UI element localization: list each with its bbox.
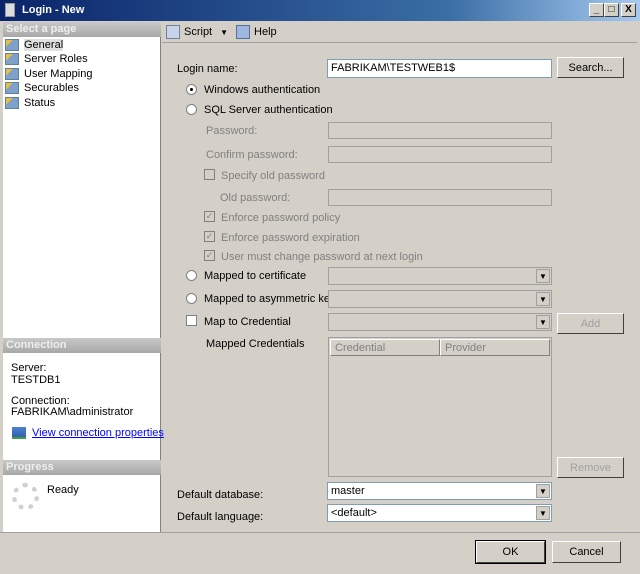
- sidebar-item-securables[interactable]: Securables: [5, 81, 79, 95]
- connection-properties-icon: [12, 427, 26, 439]
- chevron-down-icon: ▼: [536, 506, 550, 520]
- server-label: Server:: [11, 362, 47, 374]
- mapped-asymmetric-key-radio[interactable]: [186, 293, 197, 304]
- enforce-policy-checkbox[interactable]: ✓: [204, 211, 215, 222]
- enforce-policy-label: Enforce password policy: [221, 212, 341, 224]
- default-database-label: Default database:: [177, 489, 264, 501]
- password-label: Password:: [206, 125, 258, 137]
- login-name-label: Login name:: [177, 63, 238, 75]
- asymmetric-key-combo[interactable]: ▼: [328, 290, 552, 308]
- maximize-button[interactable]: □: [604, 3, 619, 17]
- mapped-credentials-grid[interactable]: Credential Provider: [328, 337, 552, 477]
- ok-button[interactable]: OK: [475, 540, 546, 564]
- page-icon: [5, 53, 19, 65]
- certificate-combo[interactable]: ▼: [328, 267, 552, 285]
- help-button[interactable]: Help: [254, 26, 277, 38]
- help-icon: [236, 25, 251, 39]
- windows-auth-label[interactable]: Windows authentication: [204, 84, 320, 96]
- mapped-certificate-label[interactable]: Mapped to certificate: [204, 270, 306, 282]
- login-name-input[interactable]: FABRIKAM\TESTWEB1$: [327, 59, 552, 78]
- window-icon: [5, 3, 15, 17]
- window-title: Login - New: [22, 4, 85, 16]
- confirm-password-input[interactable]: [328, 146, 552, 163]
- default-database-combo[interactable]: master ▼: [327, 482, 552, 500]
- search-button[interactable]: Search...: [557, 57, 624, 78]
- view-connection-properties-link[interactable]: View connection properties: [32, 427, 164, 439]
- mapped-credentials-label: Mapped Credentials: [206, 338, 305, 350]
- must-change-label: User must change password at next login: [221, 251, 423, 263]
- enforce-expiration-label: Enforce password expiration: [221, 232, 360, 244]
- script-icon: [166, 25, 180, 39]
- page-icon: [5, 97, 19, 109]
- toolbar: Script ▼ Help: [162, 22, 637, 43]
- credential-combo[interactable]: ▼: [328, 313, 552, 331]
- cancel-button[interactable]: Cancel: [552, 541, 621, 563]
- old-password-label: Old password:: [220, 192, 291, 204]
- connection-value: FABRIKAM\administrator: [11, 406, 134, 418]
- select-page-header: Select a page: [3, 22, 161, 37]
- left-pane: Select a page General Server Roles User …: [3, 22, 164, 532]
- add-button[interactable]: Add: [557, 313, 624, 334]
- script-button[interactable]: Script: [184, 26, 212, 38]
- script-dropdown-icon[interactable]: ▼: [220, 28, 228, 37]
- progress-header: Progress: [3, 460, 161, 475]
- minimize-button[interactable]: _: [589, 3, 604, 17]
- confirm-password-label: Confirm password:: [206, 149, 298, 161]
- page-icon: [5, 39, 19, 51]
- title-bar: Login - New _ □ X: [0, 0, 640, 21]
- close-button[interactable]: X: [621, 3, 636, 17]
- map-credential-label[interactable]: Map to Credential: [204, 316, 291, 328]
- windows-auth-radio[interactable]: [186, 84, 197, 95]
- specify-old-password-checkbox[interactable]: [204, 169, 215, 180]
- password-input[interactable]: [328, 122, 552, 139]
- sidebar-item-user-mapping[interactable]: User Mapping: [5, 67, 92, 81]
- remove-button[interactable]: Remove: [557, 457, 624, 478]
- chevron-down-icon: ▼: [536, 315, 550, 329]
- map-credential-checkbox[interactable]: [186, 315, 197, 326]
- chevron-down-icon: ▼: [536, 292, 550, 306]
- server-value: TESTDB1: [11, 374, 61, 386]
- column-header-credential[interactable]: Credential: [330, 339, 440, 356]
- old-password-input[interactable]: [328, 189, 552, 206]
- must-change-checkbox[interactable]: ✓: [204, 250, 215, 261]
- default-language-label: Default language:: [177, 511, 264, 523]
- mapped-certificate-radio[interactable]: [186, 270, 197, 281]
- sql-auth-radio[interactable]: [186, 104, 197, 115]
- sql-auth-label[interactable]: SQL Server authentication: [204, 104, 333, 116]
- default-language-combo[interactable]: <default> ▼: [327, 504, 552, 522]
- column-header-provider[interactable]: Provider: [440, 339, 550, 356]
- sidebar-item-general[interactable]: General: [5, 38, 64, 52]
- page-icon: [5, 82, 19, 94]
- page-icon: [5, 68, 19, 80]
- mapped-asymmetric-key-label[interactable]: Mapped to asymmetric key: [204, 293, 335, 305]
- chevron-down-icon: ▼: [536, 269, 550, 283]
- progress-status: Ready: [47, 484, 79, 496]
- enforce-expiration-checkbox[interactable]: ✓: [204, 231, 215, 242]
- specify-old-password-label: Specify old password: [221, 170, 325, 182]
- chevron-down-icon: ▼: [536, 484, 550, 498]
- sidebar-item-server-roles[interactable]: Server Roles: [5, 52, 88, 66]
- footer-divider: [0, 532, 640, 533]
- progress-spinner-icon: [12, 483, 39, 510]
- connection-header: Connection: [3, 338, 161, 353]
- sidebar-item-status[interactable]: Status: [5, 96, 55, 110]
